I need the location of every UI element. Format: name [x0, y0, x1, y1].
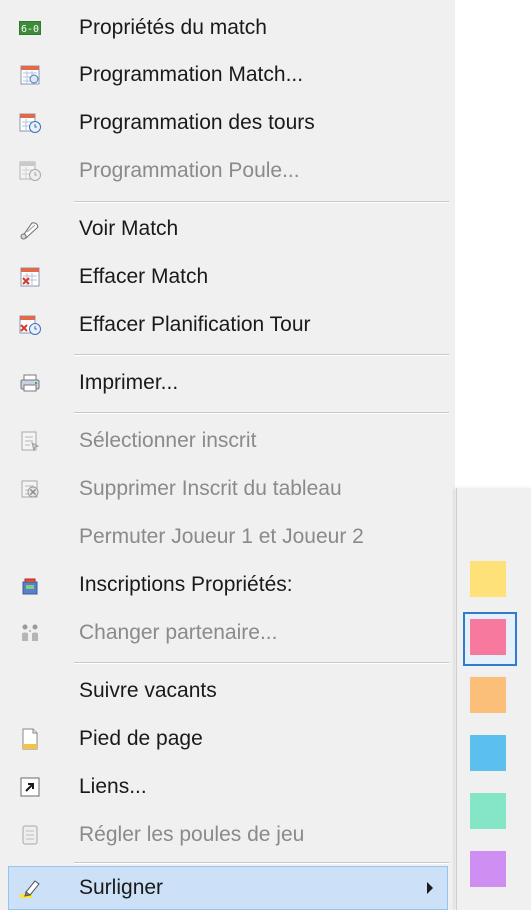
menu-item-label: Pied de page [79, 727, 203, 750]
menu-item-changer-partenaire[interactable]: Changer partenaire... [0, 611, 455, 655]
menu-item-label: Programmation Match... [79, 63, 304, 86]
menu-item-programmation-match[interactable]: Programmation Match... [0, 53, 455, 97]
highlight-color-submenu [456, 488, 531, 910]
menu-item-selectionner-inscrit[interactable]: Sélectionner inscrit [0, 419, 455, 463]
menu-item-effacer-match[interactable]: Effacer Match [0, 255, 455, 299]
menu-item-label: Sélectionner inscrit [79, 429, 257, 452]
color-swatch [470, 561, 506, 597]
menu-item-programmation-poule[interactable]: Programmation Poule... [0, 149, 455, 193]
color-option-blue[interactable] [463, 728, 517, 782]
calendar-delete-icon [18, 265, 42, 289]
context-menu: 6-0 Propriétés du match Programmation Ma… [0, 0, 455, 910]
color-option-purple[interactable] [463, 844, 517, 898]
menu-item-programmation-des-tours[interactable]: Programmation des tours [0, 101, 455, 145]
menu-item-pied-de-page[interactable]: Pied de page [0, 717, 455, 761]
menu-item-label: Permuter Joueur 1 et Joueur 2 [79, 525, 364, 548]
menu-separator [74, 662, 449, 664]
menu-item-label: Inscriptions Propriétés: [79, 573, 293, 596]
submenu-arrow-icon [427, 882, 433, 894]
link-icon [18, 775, 42, 799]
menu-separator [74, 201, 449, 203]
calendar-clock-icon [18, 111, 42, 135]
shuttlecock-icon [18, 217, 42, 241]
menu-item-label: Supprimer Inscrit du tableau [79, 477, 342, 500]
menu-item-label: Régler les poules de jeu [79, 823, 305, 846]
menu-item-permuter-joueurs[interactable]: Permuter Joueur 1 et Joueur 2 [0, 515, 455, 559]
score-icon: 6-0 [18, 16, 42, 40]
menu-item-voir-match[interactable]: Voir Match [0, 207, 455, 251]
menu-item-label: Voir Match [79, 217, 179, 240]
menu-item-imprimer[interactable]: Imprimer... [0, 361, 455, 405]
color-option-green[interactable] [463, 786, 517, 840]
menu-item-label: Propriétés du match [79, 16, 267, 39]
menu-separator [74, 412, 449, 414]
menu-item-suivre-vacants[interactable]: Suivre vacants [0, 669, 455, 713]
menu-item-surligner[interactable]: Surligner [8, 866, 448, 910]
select-entry-icon [18, 429, 42, 453]
menu-item-supprimer-inscrit[interactable]: Supprimer Inscrit du tableau [0, 467, 455, 511]
menu-item-label: Effacer Match [79, 265, 209, 288]
partner-icon [18, 621, 42, 645]
menu-item-effacer-planification-tour[interactable]: Effacer Planification Tour [0, 303, 455, 347]
menu-item-liens[interactable]: Liens... [0, 765, 455, 809]
menu-item-label: Surligner [79, 876, 164, 899]
color-option-pink[interactable] [463, 612, 517, 666]
menu-separator [74, 862, 449, 864]
color-swatch [470, 735, 506, 771]
menu-item-proprietes-du-match[interactable]: 6-0 Propriétés du match [0, 6, 455, 50]
remove-entry-icon [18, 477, 42, 501]
calendar-clock-gray-icon [18, 159, 42, 183]
menu-item-regler-poules[interactable]: Régler les poules de jeu [0, 813, 455, 857]
color-swatch [470, 677, 506, 713]
calendar-icon [18, 63, 42, 87]
printer-icon [18, 371, 42, 395]
menu-item-label: Effacer Planification Tour [79, 313, 311, 336]
entries-icon [18, 573, 42, 597]
menu-item-label: Liens... [79, 775, 147, 798]
menu-item-label: Suivre vacants [79, 679, 217, 702]
menu-item-label: Programmation Poule... [79, 159, 300, 182]
menu-item-inscriptions-proprietes[interactable]: Inscriptions Propriétés: [0, 563, 455, 607]
pool-settings-icon [18, 823, 42, 847]
svg-text:6-0: 6-0 [21, 24, 39, 35]
menu-item-label: Programmation des tours [79, 111, 315, 134]
color-option-yellow[interactable] [463, 554, 517, 608]
menu-item-label: Imprimer... [79, 371, 179, 394]
color-swatch [470, 619, 506, 655]
calendar-delete-clock-icon [18, 313, 42, 337]
color-swatch [470, 793, 506, 829]
highlighter-icon [18, 876, 42, 900]
menu-separator [74, 354, 449, 356]
color-swatch [470, 851, 506, 887]
page-icon [18, 727, 42, 751]
menu-item-label: Changer partenaire... [79, 621, 278, 644]
color-option-orange[interactable] [463, 670, 517, 724]
